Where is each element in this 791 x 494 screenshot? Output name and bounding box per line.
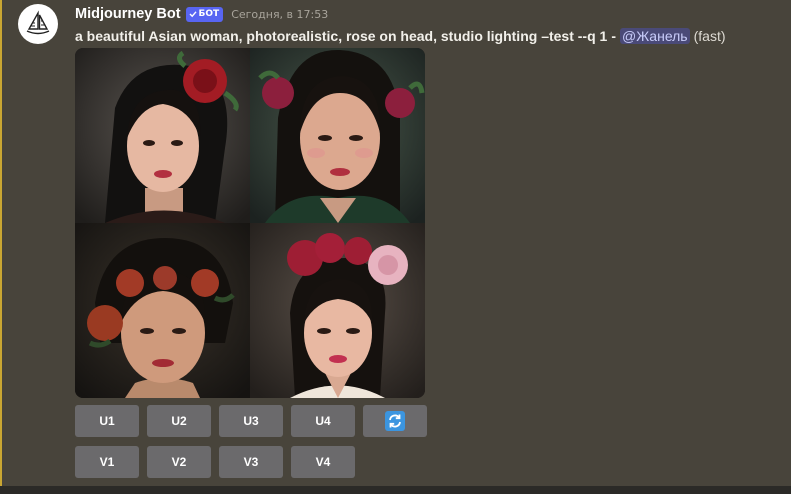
upscale-button-1[interactable]: U1 [75,405,139,437]
image-grid[interactable] [75,48,425,398]
prompt-text: a beautiful Asian woman, photorealistic,… [75,28,608,44]
separator: - [611,28,616,44]
message-content: a beautiful Asian woman, photorealistic,… [75,26,726,46]
message-header: Midjourney Bot БОТ Сегодня, в 17:53 [75,4,328,24]
upscale-button-3[interactable]: U3 [219,405,283,437]
sailboat-icon [26,10,50,35]
message: Midjourney Bot БОТ Сегодня, в 17:53 a be… [0,0,791,486]
avatar[interactable] [18,4,58,44]
mode-label: (fast) [693,28,726,44]
variation-button-4[interactable]: V4 [291,446,355,478]
user-mention[interactable]: @Жанель [620,28,690,44]
bot-tag-label: БОТ [198,8,220,19]
timestamp: Сегодня, в 17:53 [231,7,329,21]
portrait-3[interactable] [75,223,250,398]
portrait-1[interactable] [75,48,250,223]
refresh-icon [385,411,405,431]
upscale-button-2[interactable]: U2 [147,405,211,437]
variation-button-1[interactable]: V1 [75,446,139,478]
variation-button-3[interactable]: V3 [219,446,283,478]
portrait-4[interactable] [250,223,425,398]
check-icon [189,11,197,18]
author-name[interactable]: Midjourney Bot [75,6,181,22]
upscale-button-4[interactable]: U4 [291,405,355,437]
bottom-strip [0,486,791,494]
message-highlight-bar [0,0,2,486]
portrait-2[interactable] [250,48,425,223]
variation-button-2[interactable]: V2 [147,446,211,478]
reroll-button[interactable] [363,405,427,437]
bot-tag: БОТ [185,6,224,22]
